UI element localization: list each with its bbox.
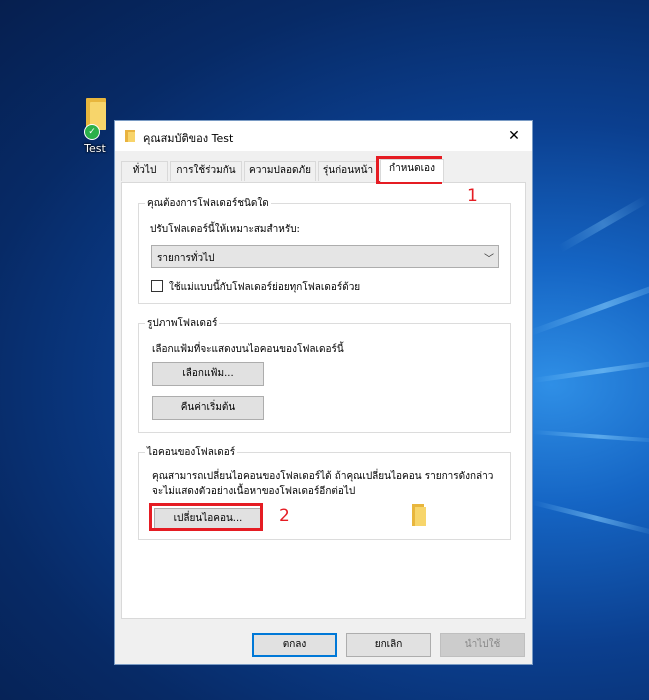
folder-icons-description: จะไม่แสดงตัวอย่างเนื้อหาของโฟลเดอร์อีกต่…: [152, 486, 356, 497]
group-title: คุณต้องการโฟลเดอร์ชนิดใด: [145, 196, 271, 211]
annotation-marker-1: 1: [467, 186, 478, 206]
group-title: ไอคอนของโฟลเดอร์: [145, 445, 238, 460]
change-icon-highlight: [149, 503, 263, 531]
apply-subfolders-label: ใช้แม่แบบนี้กับโฟลเดอร์ย่อยทุกโฟลเดอร์ด้…: [169, 282, 361, 293]
title-bar[interactable]: คุณสมบัติของ Test ✕: [115, 121, 532, 151]
folder-pictures-group: รูปภาพโฟลเดอร์ เลือกแฟ้มที่จะแสดงบนไอคอน…: [138, 316, 511, 433]
sync-check-icon: ✓: [84, 124, 100, 140]
folder-preview-icon: [412, 504, 426, 526]
folder-icon: ✓: [80, 96, 110, 140]
wallpaper-beam: [532, 430, 649, 444]
folder-type-group: คุณต้องการโฟลเดอร์ชนิดใด ปรับโฟลเดอร์นี้…: [138, 196, 511, 304]
optimize-dropdown[interactable]: รายการทั่วไป ﹀: [151, 245, 499, 268]
tab-previous-versions[interactable]: รุ่นก่อนหน้า: [318, 161, 378, 181]
folder-icon: [125, 130, 135, 142]
wallpaper-beam: [528, 275, 649, 336]
ok-button[interactable]: ตกลง: [252, 633, 337, 657]
annotation-marker-2: 2: [279, 506, 290, 526]
folder-pictures-description: เลือกแฟ้มที่จะแสดงบนไอคอนของโฟลเดอร์นี้: [152, 344, 344, 355]
restore-default-button[interactable]: คืนค่าเริ่มต้น: [152, 396, 264, 420]
wallpaper-beam: [558, 195, 649, 253]
folder-icons-description: คุณสามารถเปลี่ยนไอคอนของโฟลเดอร์ได้ ถ้าค…: [152, 471, 494, 482]
apply-subfolders-checkbox[interactable]: [151, 280, 163, 292]
dialog-title: คุณสมบัติของ Test: [143, 132, 234, 145]
close-button[interactable]: ✕: [500, 123, 528, 149]
close-icon: ✕: [508, 128, 520, 144]
dropdown-value: รายการทั่วไป: [157, 253, 215, 264]
apply-button[interactable]: นำไปใช้: [440, 633, 525, 657]
customize-panel: คุณต้องการโฟลเดอร์ชนิดใด ปรับโฟลเดอร์นี้…: [121, 182, 526, 619]
wallpaper-beam: [532, 358, 649, 383]
cancel-button[interactable]: ยกเลิก: [346, 633, 431, 657]
tab-security[interactable]: ความปลอดภัย: [244, 161, 316, 181]
tab-customize[interactable]: กำหนดเอง: [380, 159, 444, 182]
tab-general[interactable]: ทั่วไป: [121, 161, 168, 181]
chevron-down-icon: ﹀: [484, 254, 494, 265]
desktop: { "desktop": { "icon_label": "Test" }, "…: [0, 0, 649, 700]
group-title: รูปภาพโฟลเดอร์: [145, 316, 220, 331]
tab-sharing[interactable]: การใช้ร่วมกัน: [170, 161, 242, 181]
optimize-prompt: ปรับโฟลเดอร์นี้ให้เหมาะสมสำหรับ:: [150, 224, 300, 235]
wallpaper-beam: [532, 500, 649, 537]
choose-file-button[interactable]: เลือกแฟ้ม...: [152, 362, 264, 386]
